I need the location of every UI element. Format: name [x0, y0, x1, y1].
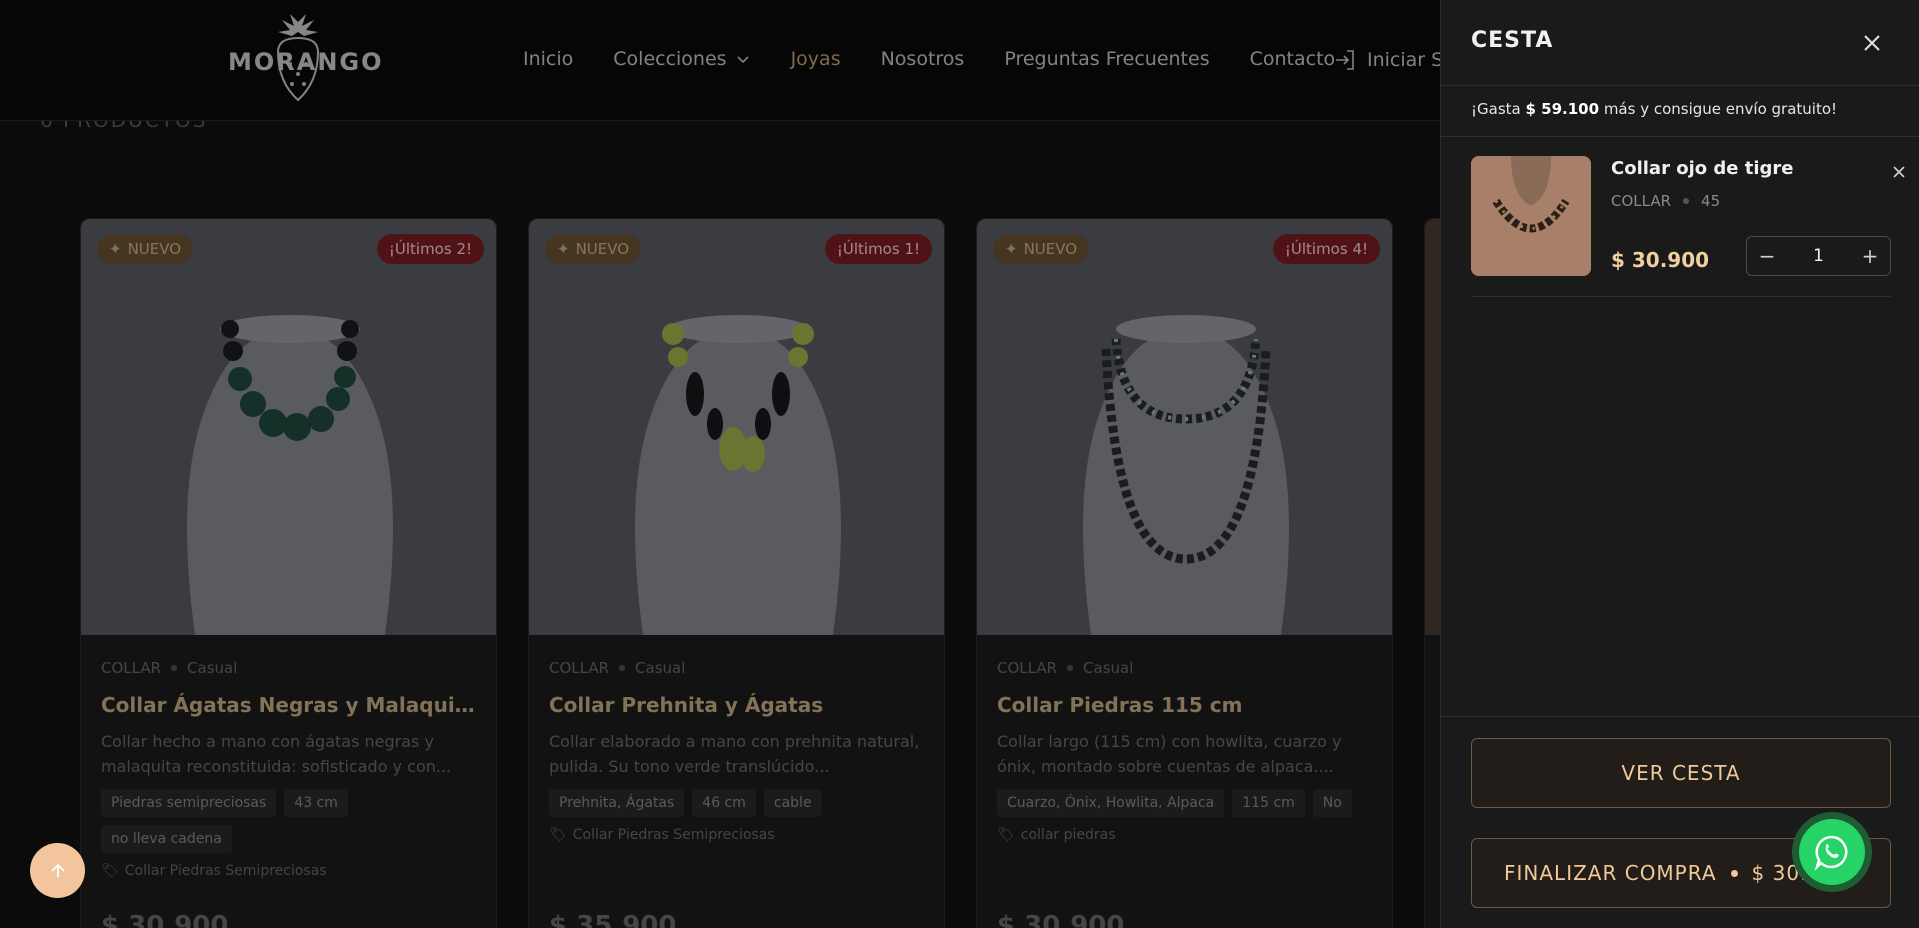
- meta-dot: [1683, 198, 1690, 204]
- divider: [1441, 716, 1919, 717]
- cart-item-image[interactable]: [1471, 156, 1591, 276]
- cart-item: Collar ojo de tigre COLLAR 45 $ 30.900 − …: [1471, 156, 1905, 296]
- remove-item-icon[interactable]: [1889, 162, 1909, 182]
- checkout-label: FINALIZAR COMPRA: [1504, 861, 1717, 885]
- minus-icon[interactable]: −: [1757, 246, 1777, 266]
- cart-item-size: 45: [1701, 192, 1721, 210]
- cart-title: CESTA: [1471, 28, 1554, 53]
- whatsapp-icon: [1814, 835, 1848, 872]
- quantity-stepper: − 1 +: [1746, 236, 1891, 276]
- tiger-eye-necklace-image: [1471, 156, 1591, 276]
- divider: [1471, 296, 1891, 297]
- free-shipping-notice: ¡Gasta $ 59.100 más y consigue envío gra…: [1471, 100, 1837, 118]
- free-shipping-amount: $ 59.100: [1525, 100, 1600, 118]
- scroll-to-top-button[interactable]: [30, 843, 85, 898]
- cart-item-price: $ 30.900: [1611, 248, 1710, 272]
- whatsapp-circle: [1799, 819, 1865, 885]
- cart-item-name[interactable]: Collar ojo de tigre: [1611, 158, 1793, 179]
- divider: [1441, 136, 1919, 137]
- view-cart-button[interactable]: VER CESTA: [1471, 738, 1891, 808]
- free-shipping-suffix: más y consigue envío gratuito!: [1599, 100, 1838, 118]
- free-shipping-prefix: ¡Gasta: [1471, 100, 1526, 118]
- divider: [1441, 85, 1919, 86]
- quantity-value[interactable]: 1: [1813, 246, 1824, 266]
- page-overlay[interactable]: [0, 0, 1440, 928]
- whatsapp-button[interactable]: [1792, 812, 1872, 892]
- cart-item-type: COLLAR: [1611, 192, 1672, 210]
- cart-drawer: CESTA ¡Gasta $ 59.100 más y consigue env…: [1440, 0, 1919, 928]
- checkout-dot: [1730, 869, 1738, 877]
- cart-item-meta: COLLAR 45: [1611, 192, 1720, 210]
- plus-icon[interactable]: +: [1860, 246, 1880, 266]
- close-icon[interactable]: [1859, 30, 1885, 56]
- arrow-up-icon: [50, 863, 65, 877]
